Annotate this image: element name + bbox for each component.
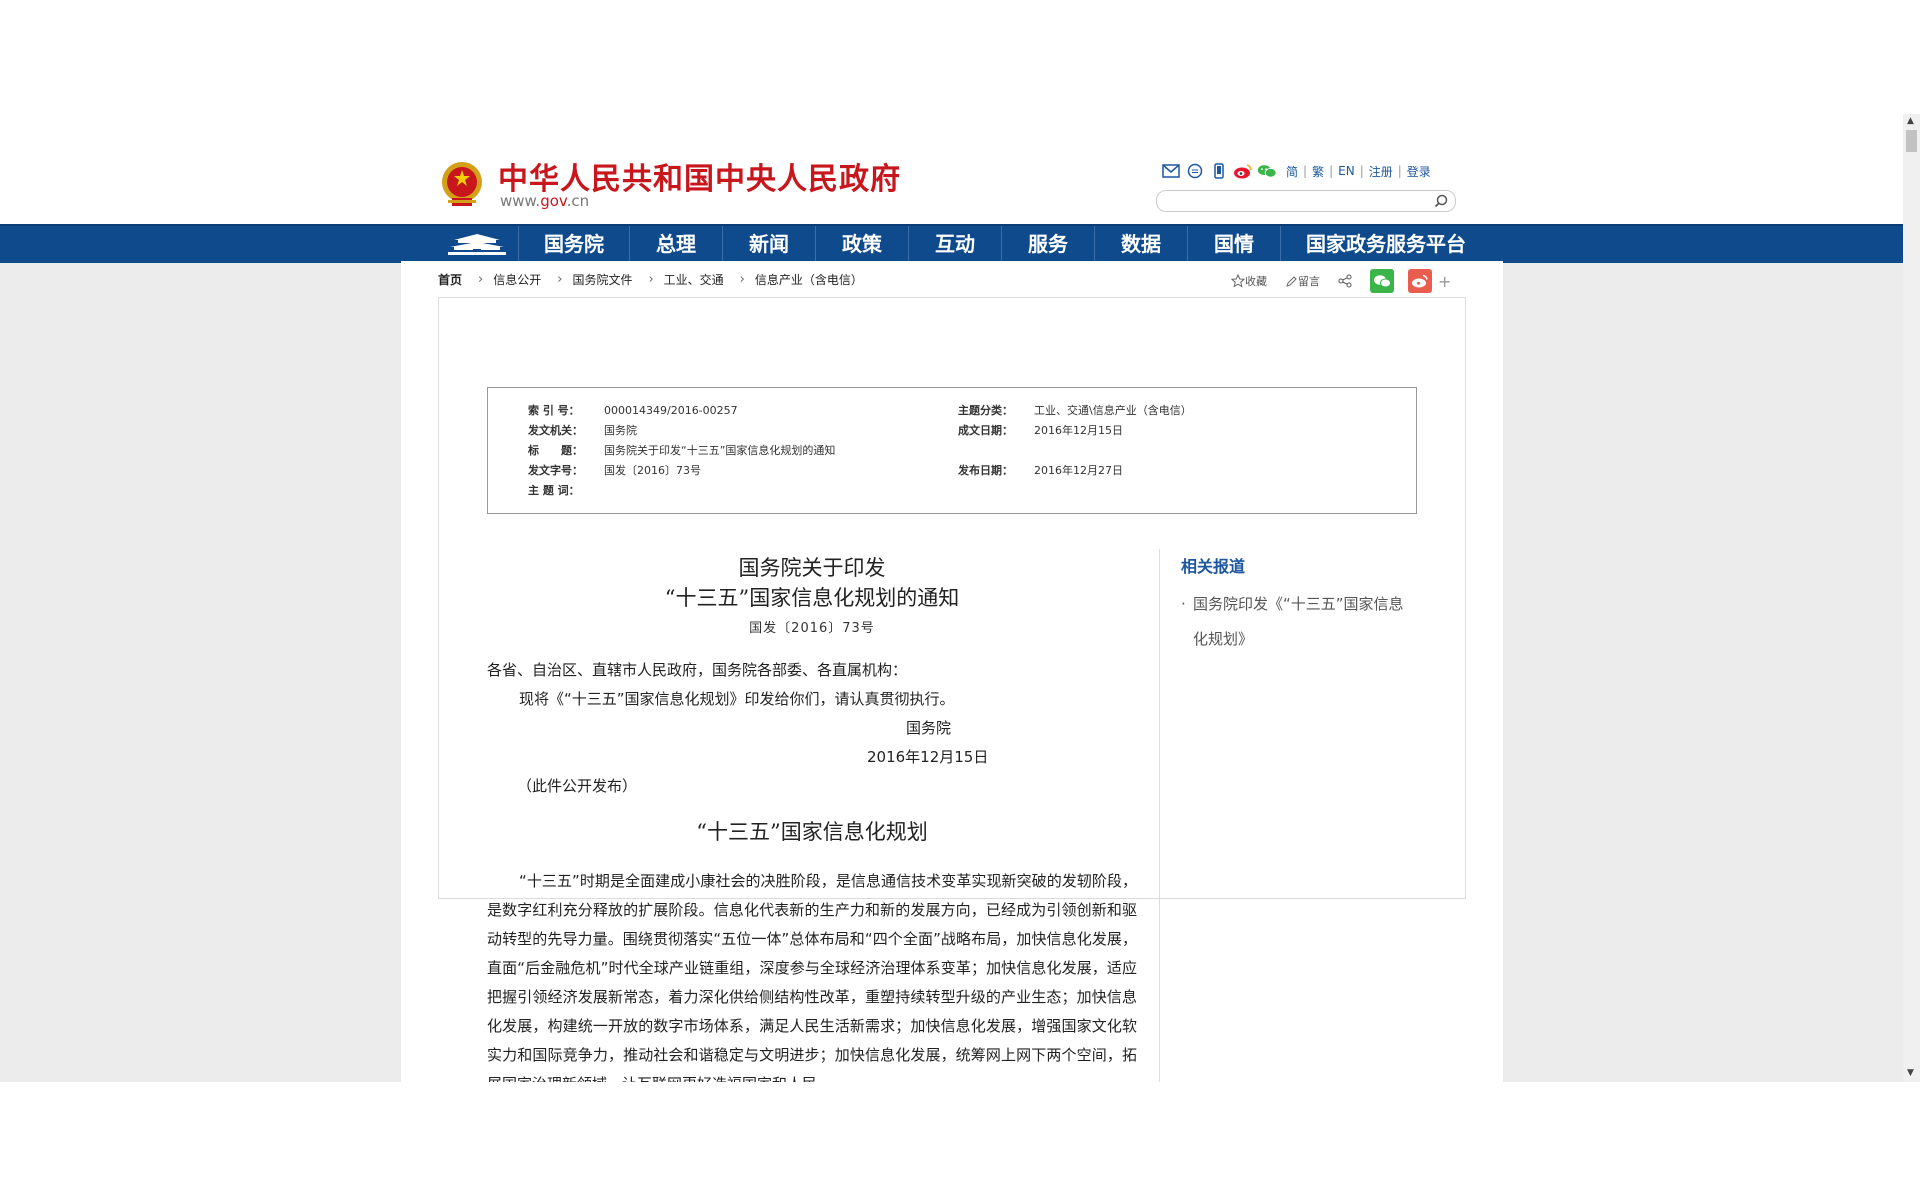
article-sign-date: 2016年12月15日	[867, 748, 989, 766]
bullet: ·	[1181, 595, 1186, 613]
separator: |	[1303, 164, 1308, 178]
chevron-right-icon: ›	[648, 272, 654, 287]
separator: |	[1329, 164, 1334, 178]
article-doc-number: 国发〔2016〕73号	[749, 621, 875, 636]
tiananmen-icon	[448, 233, 506, 255]
mobile-icon[interactable]	[1209, 162, 1229, 180]
column-divider	[1159, 549, 1160, 1082]
article-note: （此件公开发布）	[517, 777, 638, 795]
article-title-line1: 国务院关于印发	[738, 556, 886, 580]
article-title-line2: “十三五”国家信息化规划的通知	[664, 586, 960, 610]
separator: |	[1397, 164, 1402, 178]
vertical-scrollbar[interactable]: ▲ ▼	[1903, 114, 1920, 1082]
meta-issuer: 发文机关： 国务院	[528, 424, 637, 437]
breadcrumb-it-industry[interactable]: 信息产业（含电信）	[755, 271, 863, 288]
related-reports: 相关报道 · 国务院印发《“十三五”国家信息化规划》	[1181, 553, 1411, 657]
article-body-text: 现将《“十三五”国家信息化规划》印发给你们，请认真贯彻执行。	[519, 690, 955, 708]
nav-item-national-info[interactable]: 国情	[1188, 226, 1281, 263]
wechat-icon[interactable]	[1257, 162, 1277, 180]
star-icon	[1231, 274, 1245, 288]
link-simplified[interactable]: 简	[1286, 163, 1298, 180]
weibo-icon	[1412, 274, 1428, 288]
nav-item-data[interactable]: 数据	[1095, 226, 1188, 263]
url-gov: gov	[540, 192, 567, 210]
meta-topic: 主题分类： 工业、交通\信息产业（含电信）	[958, 404, 1192, 417]
breadcrumb-info-disclosure[interactable]: 信息公开	[493, 271, 541, 288]
article-signer: 国务院	[906, 719, 952, 737]
email-icon[interactable]	[1161, 162, 1181, 180]
scroll-down-icon[interactable]: ▼	[1907, 1068, 1914, 1078]
meta-doc-number: 发文字号： 国发〔2016〕73号	[528, 464, 701, 477]
breadcrumb-industry-transport[interactable]: 工业、交通	[664, 271, 724, 288]
message-icon[interactable]	[1185, 162, 1205, 180]
site-url[interactable]: www.gov.cn	[500, 192, 589, 210]
weibo-icon[interactable]	[1233, 162, 1253, 180]
breadcrumb-home[interactable]: 首页	[438, 271, 462, 288]
meta-written-date: 成文日期： 2016年12月15日	[958, 424, 1123, 437]
share-toolbar: 收藏 留言 +	[1231, 269, 1451, 293]
link-traditional[interactable]: 繁	[1312, 163, 1324, 180]
site-header: 中华人民共和国中央人民政府 www.gov.cn 简 | 繁 | EN | 注册 | 登…	[0, 114, 1903, 224]
comment-label: 留言	[1298, 275, 1320, 288]
wechat-icon	[1374, 275, 1391, 288]
link-login[interactable]: 登录	[1407, 163, 1431, 180]
related-report-text: 国务院印发《“十三五”国家信息化规划》	[1193, 595, 1404, 648]
article-addressee: 各省、自治区、直辖市人民政府，国务院各部委、各直属机构：	[487, 661, 908, 679]
meta-title: 标 题： 国务院关于印发“十三五”国家信息化规划的通知	[528, 444, 836, 457]
nav-item-premier[interactable]: 总理	[630, 226, 723, 263]
nav-item-state-council[interactable]: 国务院	[519, 226, 630, 263]
url-prefix: www.	[500, 192, 541, 210]
browser-viewport: 中华人民共和国中央人民政府 www.gov.cn 简 | 繁 | EN | 注册 | 登…	[0, 114, 1920, 1082]
plan-title: “十三五”国家信息化规划	[696, 820, 928, 844]
main-nav: 国务院 总理 新闻 政策 互动 服务 数据 国情 国家政务服务平台	[0, 224, 1903, 263]
separator: |	[1359, 164, 1364, 178]
nav-item-policy[interactable]: 政策	[816, 226, 909, 263]
breadcrumb-state-council-docs[interactable]: 国务院文件	[572, 271, 632, 288]
meta-index: 索 引 号： 000014349/2016-00257	[528, 404, 738, 417]
comment-button[interactable]: 留言	[1285, 273, 1320, 289]
meta-published-date: 发布日期： 2016年12月27日	[958, 464, 1123, 477]
more-share-button[interactable]: +	[1438, 272, 1451, 291]
nav-item-services[interactable]: 服务	[1002, 226, 1095, 263]
url-suffix: .cn	[566, 192, 590, 210]
nav-item-interaction[interactable]: 互动	[909, 226, 1002, 263]
article-body: 国务院关于印发 “十三五”国家信息化规划的通知 国发〔2016〕73号 各省、自…	[487, 553, 1137, 1082]
related-report-link[interactable]: · 国务院印发《“十三五”国家信息化规划》	[1181, 587, 1411, 657]
chevron-right-icon: ›	[739, 272, 745, 287]
national-emblem-icon[interactable]	[440, 160, 484, 208]
page-content: 首页 › 信息公开 › 国务院文件 › 工业、交通 › 信息产业（含电信） 收藏 留言	[401, 261, 1503, 1082]
weibo-share-button[interactable]	[1408, 269, 1432, 293]
breadcrumb: 首页 › 信息公开 › 国务院文件 › 工业、交通 › 信息产业（含电信）	[438, 271, 869, 288]
chevron-right-icon: ›	[478, 272, 484, 287]
link-english[interactable]: EN	[1338, 164, 1355, 178]
related-reports-title: 相关报道	[1181, 557, 1246, 576]
top-links: 简 | 繁 | EN | 注册 | 登录	[1161, 160, 1436, 182]
search-box	[1156, 190, 1456, 212]
nav-home-button[interactable]	[436, 226, 519, 263]
link-register[interactable]: 注册	[1369, 163, 1393, 180]
share-button[interactable]	[1338, 274, 1352, 288]
meta-keywords: 主 题 词：	[528, 484, 580, 497]
favorite-button[interactable]: 收藏	[1231, 273, 1267, 289]
search-input[interactable]	[1167, 193, 1421, 210]
nav-item-news[interactable]: 新闻	[723, 226, 816, 263]
favorite-label: 收藏	[1245, 275, 1267, 288]
share-icon	[1338, 274, 1352, 288]
scroll-up-icon[interactable]: ▲	[1907, 116, 1914, 126]
plan-paragraph: “十三五”时期是全面建成小康社会的决胜阶段，是信息通信技术变革实现新突破的发轫阶…	[487, 872, 1137, 1082]
chevron-right-icon: ›	[557, 272, 563, 287]
wechat-share-button[interactable]	[1370, 269, 1394, 293]
scrollbar-thumb[interactable]	[1906, 130, 1917, 152]
nav-item-service-platform[interactable]: 国家政务服务平台	[1281, 226, 1491, 263]
pencil-icon	[1286, 275, 1297, 287]
search-icon[interactable]	[1433, 193, 1449, 209]
document-metadata: 索 引 号： 000014349/2016-00257 主题分类： 工业、交通\信息…	[487, 387, 1417, 514]
